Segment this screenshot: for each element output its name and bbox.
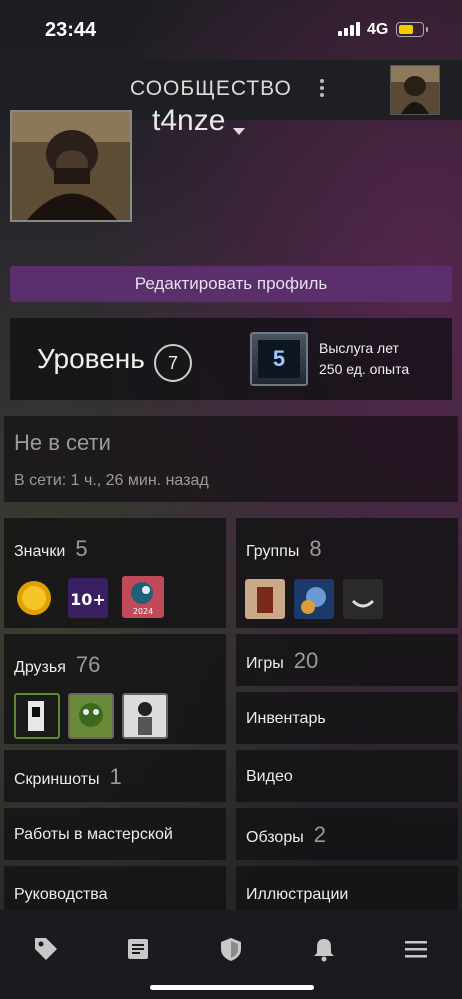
shield-icon[interactable] — [217, 935, 245, 963]
guides-tile[interactable]: Руководства — [4, 866, 226, 912]
edit-profile-button[interactable]: Редактировать профиль — [10, 266, 452, 302]
clock: 23:44 — [45, 19, 97, 41]
level-value: 7 — [154, 344, 192, 382]
workshop-label: Работы в мастерской — [14, 826, 173, 843]
inventory-tile[interactable]: Инвентарь — [236, 692, 458, 744]
artwork-tile[interactable]: Иллюстрации — [236, 866, 458, 912]
network-type: 4G — [367, 21, 389, 38]
friends-label: Друзья 76 — [14, 652, 101, 677]
friend-avatar-2[interactable] — [68, 693, 114, 739]
badge-value: 5 — [258, 340, 300, 378]
online-status-panel: Не в сети В сети: 1 ч., 26 мин. назад — [4, 416, 458, 502]
inventory-label: Инвентарь — [246, 710, 326, 727]
reviews-tile[interactable]: Обзоры 2 — [236, 808, 458, 860]
status-title: Не в сети — [14, 430, 111, 455]
reviews-label: Обзоры 2 — [246, 822, 326, 847]
home-indicator[interactable] — [150, 985, 314, 990]
steam-2024-badge-icon[interactable]: 2024 — [122, 576, 164, 618]
menu-icon[interactable] — [402, 935, 430, 963]
videos-tile[interactable]: Видео — [236, 750, 458, 802]
friend-avatar-3[interactable] — [122, 693, 168, 739]
svg-text:10+: 10+ — [70, 590, 106, 609]
artwork-label: Иллюстрации — [246, 886, 349, 903]
screenshots-tile[interactable]: Скриншоты 1 — [4, 750, 226, 802]
friend-avatar-1[interactable] — [14, 693, 60, 739]
group-avatar-2[interactable] — [294, 579, 334, 619]
badges-tile[interactable]: Значки 5 10+ 2024 — [4, 518, 226, 628]
header-avatar[interactable] — [390, 65, 440, 115]
guides-label: Руководства — [14, 886, 108, 903]
level-panel: Уровень 7 5 Выслуга лет 250 ед. опыта — [10, 318, 452, 400]
status-bar: 23:44 4G — [0, 0, 462, 60]
groups-tile[interactable]: Группы 8 — [236, 518, 458, 628]
group-avatar-3[interactable] — [343, 579, 383, 619]
groups-label: Группы 8 — [246, 536, 322, 561]
service-xp: 250 ед. опыта — [319, 361, 410, 377]
workshop-tile[interactable]: Работы в мастерской — [4, 808, 226, 860]
games-tile[interactable]: Игры 20 — [236, 634, 458, 686]
page-title: СООБЩЕСТВО — [130, 77, 292, 100]
bell-icon[interactable] — [310, 935, 338, 963]
more-options-icon[interactable] — [318, 79, 326, 101]
badges-label: Значки 5 — [14, 536, 88, 561]
battery-icon — [396, 22, 428, 37]
videos-label: Видео — [246, 768, 293, 785]
svg-text:2024: 2024 — [133, 607, 153, 616]
tag-icon[interactable] — [32, 935, 60, 963]
profile-avatar — [10, 110, 132, 222]
username[interactable]: t4nze — [152, 104, 225, 138]
screenshots-label: Скриншоты 1 — [14, 764, 122, 789]
gold-coin-badge-icon[interactable] — [14, 578, 54, 618]
service-title: Выслуга лет — [319, 340, 399, 356]
group-avatar-1[interactable] — [245, 579, 285, 619]
friends-tile[interactable]: Друзья 76 — [4, 634, 226, 744]
news-icon[interactable] — [124, 935, 152, 963]
games-label: Игры 20 — [246, 648, 319, 673]
chevron-down-icon[interactable] — [233, 128, 245, 135]
10-plus-badge-icon[interactable]: 10+ — [68, 578, 108, 618]
level-label: Уровень — [37, 343, 145, 374]
last-online: В сети: 1 ч., 26 мин. назад — [14, 472, 209, 489]
years-of-service-badge-icon[interactable]: 5 — [250, 332, 308, 386]
